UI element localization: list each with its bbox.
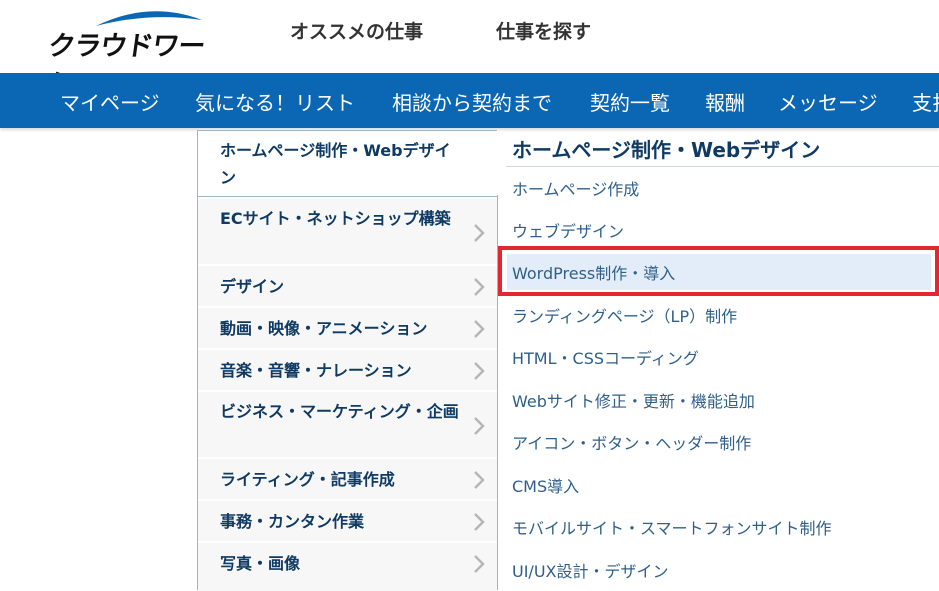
nav-rewards[interactable]: 報酬 xyxy=(705,87,745,116)
chevron-right-icon xyxy=(473,223,485,243)
nav-payment[interactable]: 支払 xyxy=(912,87,939,116)
subcategory-link[interactable]: Webサイト修正・更新・機能追加 xyxy=(512,388,755,412)
recommended-jobs-link[interactable]: オススメの仕事 xyxy=(290,17,423,44)
category-label: 写真・画像 xyxy=(220,554,301,573)
category-label: 事務・カンタン作業 xyxy=(220,512,365,531)
subcategory-link[interactable]: ウェブデザイン xyxy=(512,218,624,242)
category-item-design[interactable]: デザイン xyxy=(198,265,497,306)
subcategory-link[interactable]: HTML・CSSコーディング xyxy=(512,345,699,369)
category-label: デザイン xyxy=(220,277,285,296)
category-menu: ホームページ制作・Webデザイン ECサイト・ネットショップ構築 デザイン 動画… xyxy=(197,130,498,591)
category-label: 音楽・音響・ナレーション xyxy=(220,361,412,380)
chevron-right-icon xyxy=(473,554,485,574)
panel-title: ホームページ制作・Webデザイン xyxy=(512,138,821,162)
category-item-music[interactable]: 音楽・音響・ナレーション xyxy=(198,349,497,390)
chevron-right-icon xyxy=(473,470,485,490)
highlight-box xyxy=(498,246,939,296)
top-bar: クラウドワークス オススメの仕事 仕事を探す xyxy=(0,0,939,101)
main-nav: マイページ 気になる！リスト 相談から契約まで 契約一覧 報酬 メッセージ 支払 xyxy=(0,73,939,128)
category-item-office-work[interactable]: 事務・カンタン作業 xyxy=(198,500,497,541)
subcategory-link[interactable]: CMS導入 xyxy=(512,473,579,497)
category-label: ビジネス・マーケティング・企画 xyxy=(220,402,459,421)
nav-consult-to-contract[interactable]: 相談から契約まで xyxy=(392,87,552,116)
nav-contract-list[interactable]: 契約一覧 xyxy=(590,87,670,116)
logo[interactable]: クラウドワークス xyxy=(41,4,212,101)
nav-mypage[interactable]: マイページ xyxy=(60,87,160,116)
chevron-right-icon xyxy=(473,512,485,532)
category-label: ECサイト・ネットショップ構築 xyxy=(220,209,451,228)
subcategory-panel: ホームページ制作・Webデザイン ホームページ作成 ウェブデザイン WordPr… xyxy=(498,130,939,590)
category-item-ec-site[interactable]: ECサイト・ネットショップ構築 xyxy=(198,198,497,264)
category-item-web-design[interactable]: ホームページ制作・Webデザイン xyxy=(198,131,497,197)
category-item-video[interactable]: 動画・映像・アニメーション xyxy=(198,307,497,348)
find-jobs-link[interactable]: 仕事を探す xyxy=(496,17,591,44)
chevron-right-icon xyxy=(473,416,485,436)
category-label: 動画・映像・アニメーション xyxy=(220,319,428,338)
category-item-business[interactable]: ビジネス・マーケティング・企画 xyxy=(198,391,497,457)
nav-watchlist[interactable]: 気になる！リスト xyxy=(195,87,355,116)
subcategory-link[interactable]: モバイルサイト・スマートフォンサイト制作 xyxy=(512,515,832,539)
chevron-right-icon xyxy=(473,277,485,297)
category-label: ホームページ制作・Webデザイン xyxy=(220,141,451,187)
category-item-photo[interactable]: 写真・画像 xyxy=(198,542,497,591)
chevron-right-icon xyxy=(473,319,485,339)
subcategory-link[interactable]: アイコン・ボタン・ヘッダー制作 xyxy=(512,430,751,454)
subcategory-link[interactable]: ホームページ作成 xyxy=(512,176,639,200)
chevron-right-icon xyxy=(473,361,485,381)
subcategory-link[interactable]: UI/UX設計・デザイン xyxy=(512,558,669,582)
subcategory-link[interactable]: ランディングページ（LP）制作 xyxy=(512,303,737,327)
panel-divider xyxy=(506,166,939,167)
nav-messages[interactable]: メッセージ xyxy=(778,87,878,116)
category-label: ライティング・記事作成 xyxy=(220,470,395,489)
category-item-writing[interactable]: ライティング・記事作成 xyxy=(198,458,497,499)
